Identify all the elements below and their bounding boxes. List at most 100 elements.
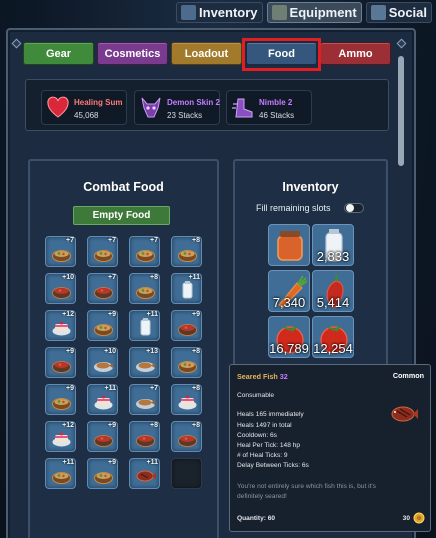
fill-remaining-toggle[interactable] bbox=[344, 203, 364, 213]
combat-food-slot[interactable]: +7 bbox=[45, 236, 76, 267]
tomato-stew-icon bbox=[136, 435, 155, 447]
combat-food-title: Combat Food bbox=[83, 180, 164, 194]
cake-icon bbox=[178, 395, 197, 410]
combat-food-slot[interactable]: +12 bbox=[45, 421, 76, 452]
tab-label: Cosmetics bbox=[104, 47, 161, 60]
combat-food-slot[interactable]: +7 bbox=[87, 236, 118, 267]
combat-food-slot[interactable]: +13 bbox=[129, 347, 160, 378]
honey-jar-icon bbox=[277, 231, 303, 261]
buff-value: 23 Stacks bbox=[167, 111, 203, 120]
combat-food-slot[interactable]: +11 bbox=[129, 458, 160, 489]
slot-level: +7 bbox=[108, 274, 116, 281]
tab-label: Ammo bbox=[338, 47, 373, 60]
slot-level: +12 bbox=[62, 311, 74, 318]
empty-food-button[interactable]: Empty Food bbox=[73, 206, 170, 225]
seared-fish-icon bbox=[136, 470, 156, 482]
tooltip-price: 30 bbox=[402, 515, 410, 522]
combat-food-slot[interactable]: +8 bbox=[129, 273, 160, 304]
hotpot-icon bbox=[94, 472, 113, 484]
tomato-stew-icon bbox=[52, 287, 71, 299]
nav-tab-inventory[interactable]: Inventory bbox=[176, 1, 263, 23]
game-ui: Inventory Equipment Social Gear Cosmetic… bbox=[0, 0, 436, 538]
hotpot-icon bbox=[136, 250, 155, 262]
tab-cosmetics[interactable]: Cosmetics bbox=[97, 42, 168, 65]
combat-food-slot[interactable]: +9 bbox=[87, 421, 118, 452]
combat-food-slot[interactable]: +8 bbox=[171, 384, 202, 415]
tooltip-rarity: Common bbox=[392, 371, 424, 380]
item-count: 5,414 bbox=[316, 295, 350, 310]
buff-healing-sum[interactable]: Healing Sum 45,068 bbox=[41, 90, 127, 125]
inventory-item[interactable]: 5,414 bbox=[312, 270, 354, 312]
fish-plate-icon bbox=[136, 362, 155, 372]
slot-level: +8 bbox=[192, 237, 200, 244]
combat-food-slot[interactable]: +9 bbox=[45, 384, 76, 415]
cake-icon bbox=[52, 321, 71, 336]
inventory-item[interactable]: 7,340 bbox=[268, 270, 310, 312]
combat-food-slot[interactable]: +7 bbox=[129, 236, 160, 267]
backpack-icon bbox=[181, 4, 197, 20]
hotpot-icon bbox=[178, 250, 197, 262]
inventory-item[interactable]: 12,254 bbox=[312, 316, 354, 358]
tooltip-title-row: Seared Fish 32 bbox=[237, 372, 288, 381]
buff-name: Nimble 2 bbox=[259, 98, 293, 107]
hotpot-icon bbox=[94, 324, 113, 336]
combat-food-slot[interactable]: +9 bbox=[87, 458, 118, 489]
slot-level: +7 bbox=[150, 237, 158, 244]
combat-food-slot[interactable]: +8 bbox=[171, 347, 202, 378]
inventory-item[interactable]: 16,789 bbox=[268, 316, 310, 358]
combat-food-slot[interactable]: +7 bbox=[129, 384, 160, 415]
slot-level: +9 bbox=[66, 385, 74, 392]
slot-level: +9 bbox=[108, 459, 116, 466]
combat-food-slot[interactable]: +10 bbox=[87, 347, 118, 378]
combat-food-slot[interactable]: +11 bbox=[45, 458, 76, 489]
slot-level: +8 bbox=[192, 422, 200, 429]
selected-tab-highlight bbox=[242, 38, 321, 71]
milk-icon bbox=[140, 318, 151, 336]
buff-nimble[interactable]: Nimble 2 46 Stacks bbox=[226, 90, 312, 125]
buff-demon-skin[interactable]: Demon Skin 2 23 Stacks bbox=[134, 90, 220, 125]
item-count: 16,789 bbox=[269, 341, 309, 356]
coin-icon bbox=[413, 512, 425, 524]
inventory-item[interactable]: 2,833 bbox=[312, 224, 354, 266]
buff-value: 45,068 bbox=[74, 111, 99, 120]
tomato-stew-icon bbox=[178, 324, 197, 336]
tooltip-flavor: definitely seared! bbox=[237, 493, 287, 500]
boot-icon bbox=[232, 98, 253, 118]
slot-level: +8 bbox=[150, 274, 158, 281]
combat-food-slot[interactable]: +9 bbox=[87, 310, 118, 341]
buff-name: Demon Skin 2 bbox=[167, 98, 220, 107]
tab-gear[interactable]: Gear bbox=[23, 42, 94, 65]
combat-food-slot[interactable]: +7 bbox=[87, 273, 118, 304]
nav-tab-social[interactable]: Social bbox=[365, 1, 432, 23]
tooltip-stat: Delay Between Ticks: 6s bbox=[237, 462, 309, 469]
combat-food-slot[interactable]: +10 bbox=[45, 273, 76, 304]
tab-label: Loadout bbox=[184, 47, 229, 60]
tooltip-item-level: 32 bbox=[279, 372, 288, 381]
slot-level: +10 bbox=[104, 348, 116, 355]
combat-food-slot[interactable]: +8 bbox=[129, 421, 160, 452]
combat-food-slot[interactable]: +12 bbox=[45, 310, 76, 341]
combat-food-slot[interactable]: +9 bbox=[171, 310, 202, 341]
combat-food-slot[interactable]: +11 bbox=[129, 310, 160, 341]
slot-level: +11 bbox=[188, 274, 201, 281]
tooltip-item-name: Seared Fish bbox=[237, 372, 278, 381]
combat-food-slot[interactable] bbox=[171, 458, 202, 489]
item-count: 2,833 bbox=[316, 249, 350, 264]
tab-loadout[interactable]: Loadout bbox=[171, 42, 242, 65]
tooltip-stat: # of Heal Ticks: 9 bbox=[237, 452, 288, 459]
combat-food-slot[interactable]: +8 bbox=[171, 236, 202, 267]
tooltip-quantity: Quantity: 60 bbox=[237, 515, 276, 522]
combat-food-slot[interactable]: +9 bbox=[45, 347, 76, 378]
nav-tab-equipment[interactable]: Equipment bbox=[266, 1, 362, 23]
scrollbar[interactable] bbox=[398, 56, 404, 166]
combat-food-slot[interactable]: +11 bbox=[87, 384, 118, 415]
inventory-item[interactable] bbox=[268, 224, 310, 266]
combat-food-slot[interactable]: +8 bbox=[171, 421, 202, 452]
tab-ammo[interactable]: Ammo bbox=[320, 42, 391, 65]
slot-level: +7 bbox=[66, 237, 74, 244]
tomato-stew-icon bbox=[52, 361, 71, 373]
demon-mask-icon bbox=[141, 97, 161, 118]
nav-tab-label: Inventory bbox=[199, 4, 258, 20]
combat-food-slot[interactable]: +11 bbox=[171, 273, 202, 304]
slot-level: +7 bbox=[108, 237, 116, 244]
